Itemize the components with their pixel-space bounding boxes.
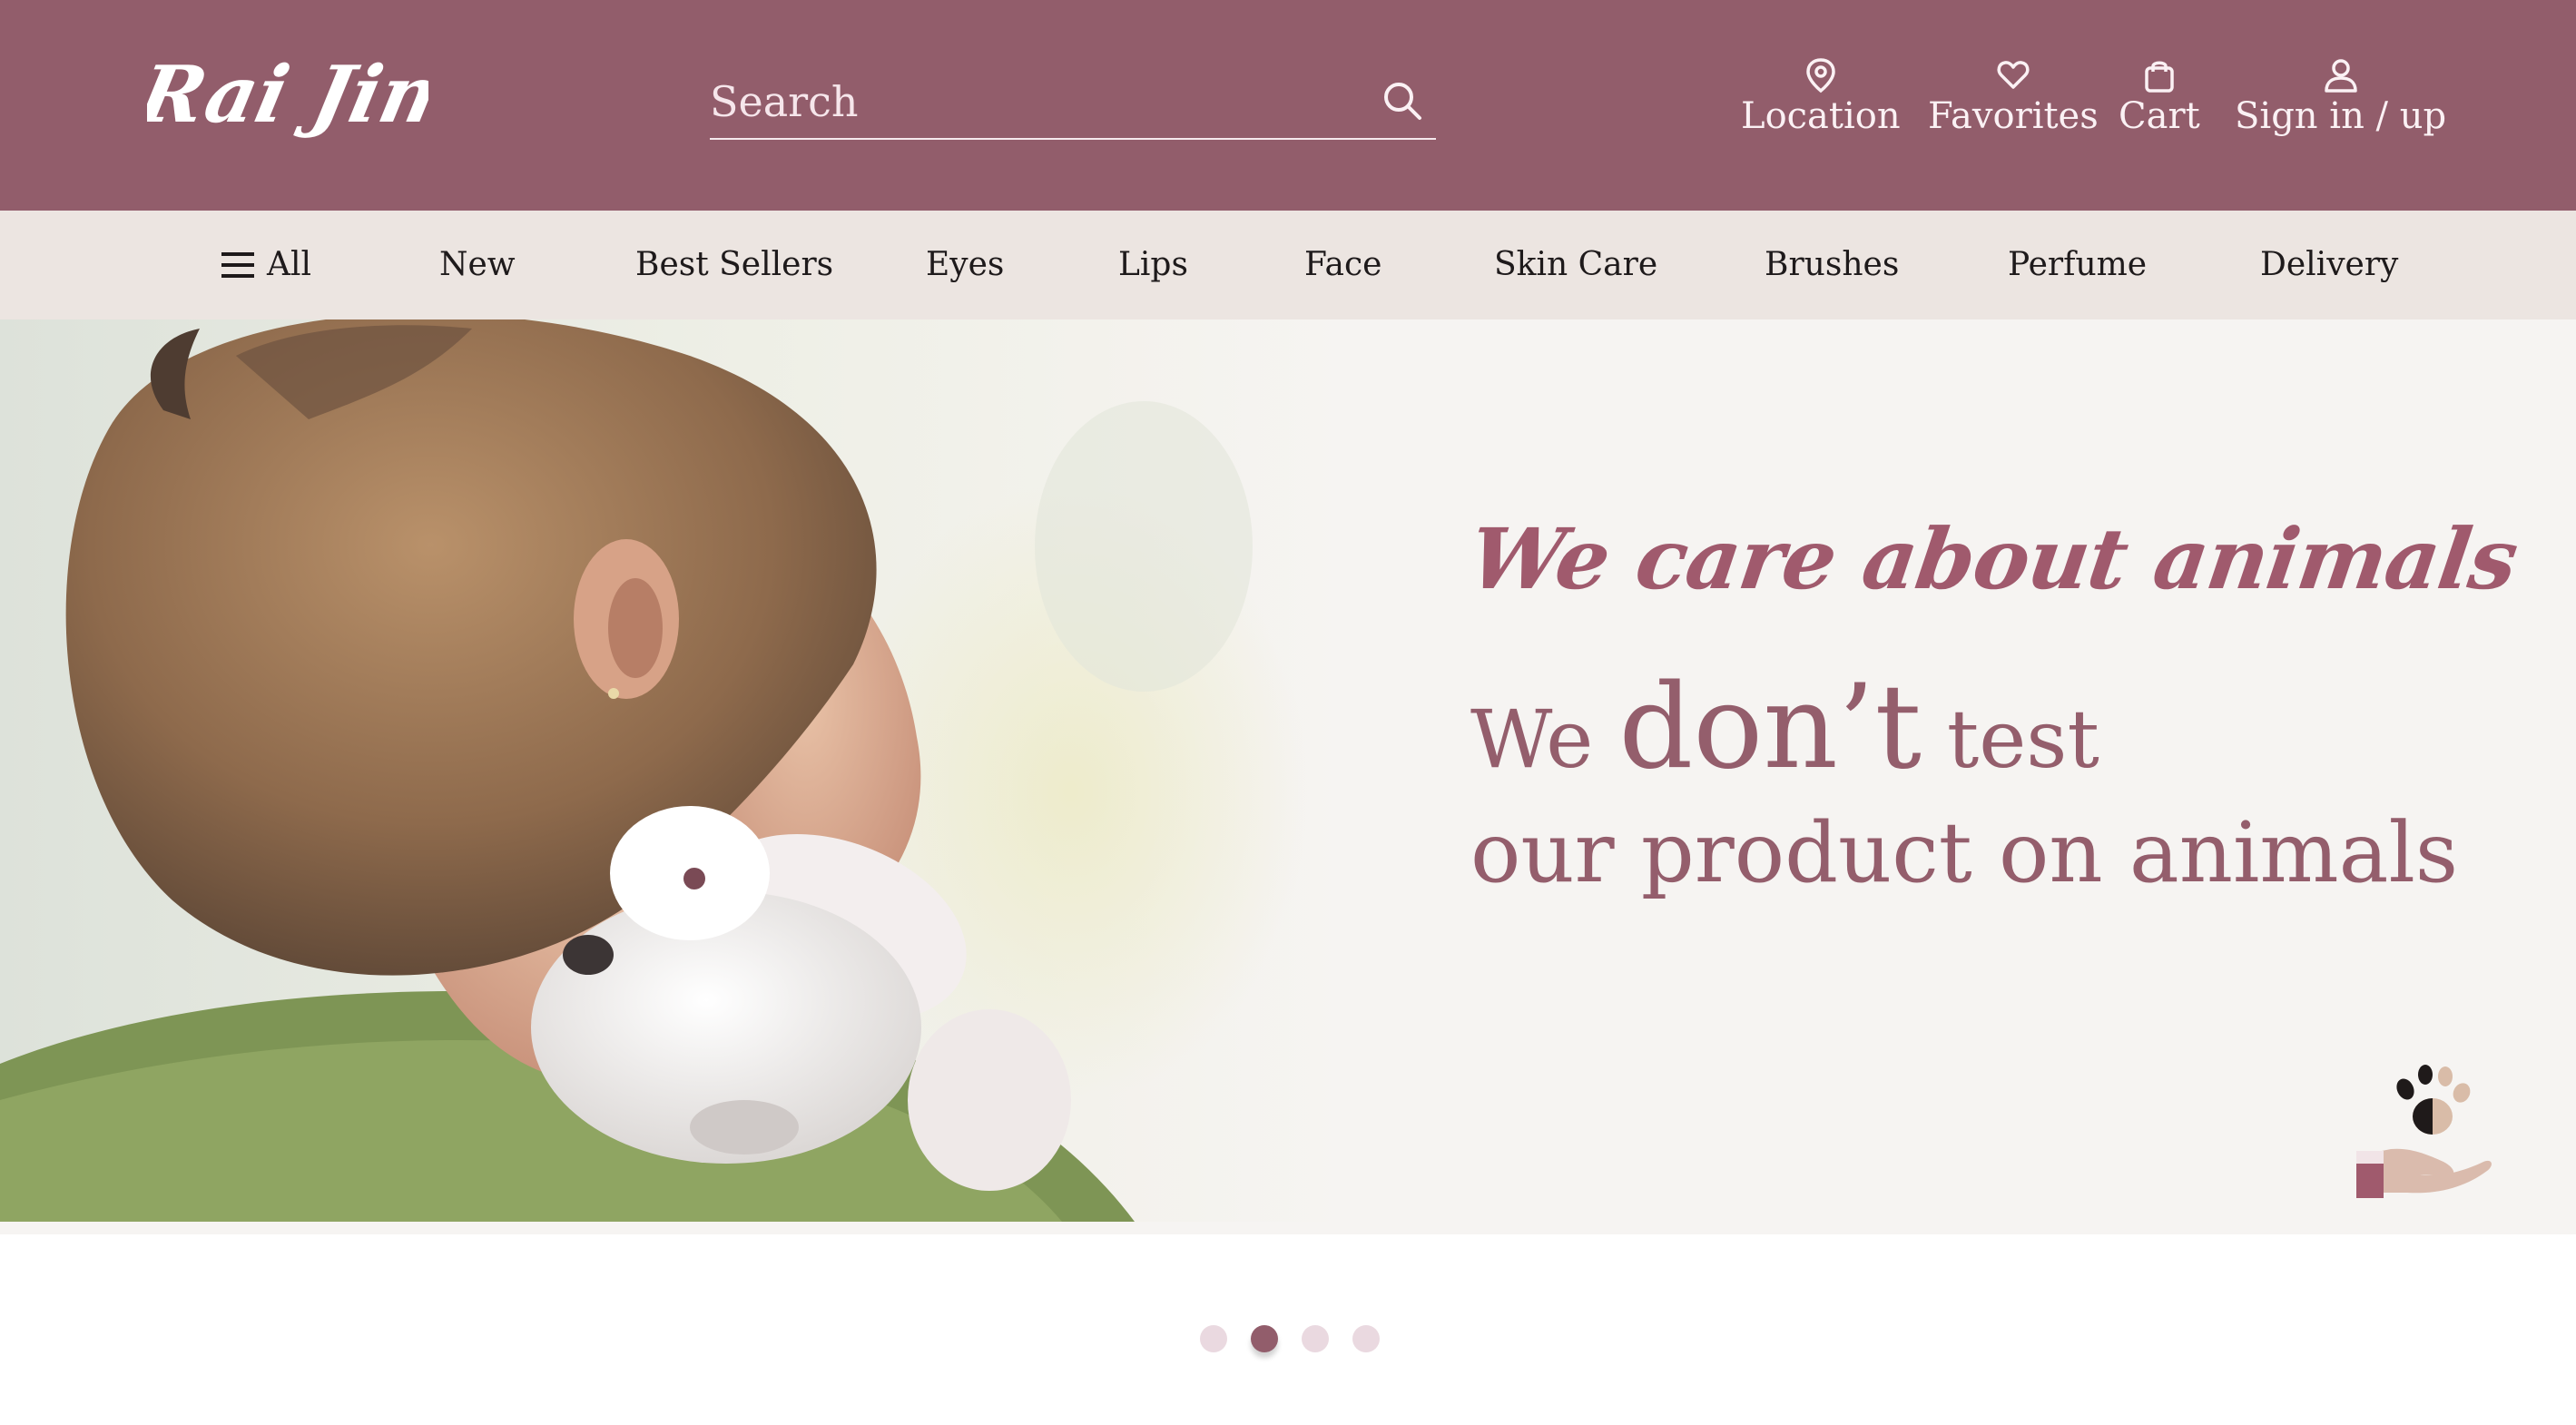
paw-in-hand-icon bbox=[2356, 1065, 2492, 1198]
favorites-label: Favorites bbox=[1928, 95, 2099, 137]
carousel-dots bbox=[1200, 1325, 1391, 1361]
hero-headline: We don’t test our product on animals bbox=[1470, 670, 2459, 912]
sign-in-link[interactable]: Sign in / up bbox=[2235, 56, 2446, 147]
brand-logo[interactable]: Rai Jim bbox=[147, 45, 428, 145]
category-nav: All New Best Sellers Eyes Lips Face Skin… bbox=[0, 211, 2576, 319]
nav-item-skin-care[interactable]: Skin Care bbox=[1494, 238, 1657, 292]
nav-item-face[interactable]: Face bbox=[1304, 238, 1381, 292]
nav-item-all[interactable]: All bbox=[221, 238, 311, 292]
svg-text:Rai Jim: Rai Jim bbox=[147, 48, 428, 141]
sign-in-label: Sign in / up bbox=[2235, 95, 2447, 137]
hamburger-menu-icon bbox=[221, 252, 254, 278]
headline-line-2: our product on animals bbox=[1470, 804, 2459, 901]
headline-test: test bbox=[1921, 693, 2099, 786]
hero-tagline: We care about animals bbox=[1463, 510, 2523, 608]
nav-item-lips[interactable]: Lips bbox=[1118, 238, 1188, 292]
nav-item-eyes[interactable]: Eyes bbox=[926, 238, 1004, 292]
location-label: Location bbox=[1741, 95, 1901, 137]
site-header: Rai Jim Location Favorites Cart bbox=[0, 0, 2576, 211]
carousel-dot-4[interactable] bbox=[1352, 1325, 1380, 1352]
hero-banner[interactable]: We care about animals We don’t test our … bbox=[0, 319, 2576, 1234]
nav-item-best-sellers[interactable]: Best Sellers bbox=[635, 238, 833, 292]
search-input[interactable] bbox=[710, 69, 1345, 134]
headline-dont: don’t bbox=[1618, 660, 1922, 795]
carousel-dot-1[interactable] bbox=[1200, 1325, 1227, 1352]
nav-item-perfume[interactable]: Perfume bbox=[2008, 238, 2147, 292]
cart-link[interactable]: Cart bbox=[2119, 56, 2200, 147]
user-icon bbox=[2324, 59, 2357, 93]
heart-icon bbox=[1997, 61, 2030, 89]
location-pin-icon bbox=[1806, 58, 1835, 93]
headline-line-1: We don’t test bbox=[1470, 670, 2458, 794]
search-bar bbox=[710, 69, 1436, 140]
search-icon[interactable] bbox=[1381, 80, 1423, 122]
carousel-dot-3[interactable] bbox=[1302, 1325, 1329, 1352]
location-link[interactable]: Location bbox=[1741, 56, 1901, 147]
nav-item-label: All bbox=[267, 246, 312, 283]
favorites-link[interactable]: Favorites bbox=[1928, 56, 2099, 147]
carousel-dot-2[interactable] bbox=[1251, 1325, 1278, 1352]
hero-image bbox=[0, 319, 1354, 1222]
nav-item-delivery[interactable]: Delivery bbox=[2260, 238, 2398, 292]
headline-we: We bbox=[1470, 693, 1619, 786]
shopping-bag-icon bbox=[2145, 61, 2174, 93]
nav-item-new[interactable]: New bbox=[439, 238, 516, 292]
nav-item-brushes[interactable]: Brushes bbox=[1765, 238, 1899, 292]
cart-label: Cart bbox=[2119, 95, 2200, 137]
